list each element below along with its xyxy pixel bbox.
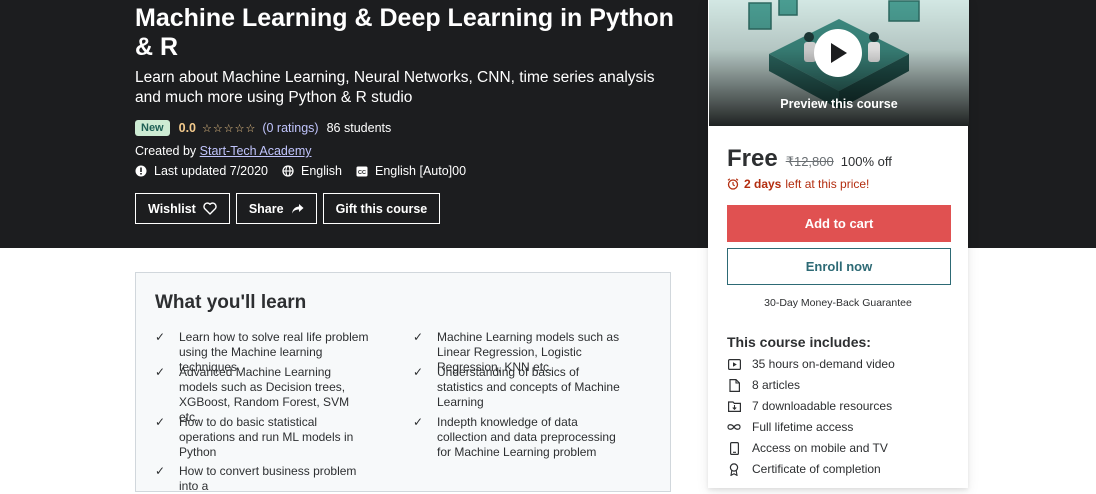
- share-label: Share: [248, 201, 284, 216]
- course-subtitle: Learn about Machine Learning, Neural Net…: [135, 69, 655, 106]
- folder-download-icon: [727, 399, 741, 413]
- original-price: ₹12,800: [785, 154, 834, 169]
- discount-percent: 100% off: [840, 154, 892, 169]
- preview-label: Preview this course: [780, 97, 898, 111]
- captions: CC English [Auto]00: [356, 164, 466, 178]
- check-icon: ✓: [413, 365, 424, 379]
- check-icon: ✓: [413, 330, 424, 344]
- check-icon: ✓: [155, 365, 166, 379]
- money-back-guarantee: 30-Day Money-Back Guarantee: [764, 297, 912, 309]
- language: English: [282, 164, 342, 178]
- course-title: Machine Learning & Deep Learning in Pyth…: [135, 4, 674, 61]
- check-icon: ✓: [155, 330, 166, 344]
- include-text: 35 hours on-demand video: [752, 357, 895, 371]
- current-price: Free: [727, 145, 778, 172]
- alarm-clock-icon: [727, 178, 739, 190]
- last-updated-text: Last updated 7/2020: [154, 164, 268, 178]
- includes-title: This course includes:: [727, 334, 871, 350]
- gift-course-button[interactable]: Gift this course: [322, 193, 441, 224]
- video-icon: [727, 357, 741, 371]
- learn-item-text: How to do basic statistical operations a…: [179, 415, 354, 459]
- gift-label: Gift this course: [335, 201, 428, 216]
- include-item: 8 articles: [727, 378, 800, 392]
- price-timer: 2 days left at this price!: [727, 177, 869, 191]
- include-item: Full lifetime access: [727, 420, 853, 434]
- include-item: 7 downloadable resources: [727, 399, 892, 413]
- heart-icon: [203, 202, 217, 215]
- rating-value: 0.0: [178, 121, 197, 135]
- play-icon: [831, 43, 847, 63]
- include-text: 8 articles: [752, 378, 801, 392]
- include-item: 35 hours on-demand video: [727, 357, 895, 371]
- purchase-card: Preview this course Free ₹12,800 100% of…: [708, 0, 969, 488]
- timer-text: left at this price!: [785, 177, 870, 191]
- include-item: Access on mobile and TV: [727, 441, 888, 455]
- ratings-count-link[interactable]: (0 ratings): [262, 121, 318, 135]
- include-text: Access on mobile and TV: [752, 441, 888, 455]
- learn-item: ✓ Indepth knowledge of data collection a…: [413, 415, 628, 460]
- learn-item: ✓ Understanding of basics of statistics …: [413, 365, 628, 410]
- course-preview[interactable]: Preview this course: [709, 0, 969, 126]
- learn-item-text: Indepth knowledge of data collection and…: [437, 415, 616, 459]
- check-icon: ✓: [155, 415, 166, 429]
- infinity-icon: [727, 420, 741, 434]
- new-badge: New: [135, 120, 170, 136]
- created-by-label: Created by: [135, 144, 197, 158]
- learn-item: ✓ How to convert business problem into a: [155, 464, 370, 494]
- last-updated: Last updated 7/2020: [135, 164, 268, 178]
- wishlist-label: Wishlist: [148, 201, 196, 216]
- check-icon: ✓: [413, 415, 424, 429]
- globe-icon: [282, 165, 294, 177]
- closed-captions-icon: CC: [356, 166, 368, 176]
- share-button[interactable]: Share: [235, 193, 317, 224]
- include-item: Certificate of completion: [727, 462, 881, 476]
- wishlist-button[interactable]: Wishlist: [135, 193, 230, 224]
- check-icon: ✓: [155, 464, 166, 478]
- learn-item-text: Understanding of basics of statistics an…: [437, 365, 620, 409]
- star-rating-icon: ☆☆☆☆☆: [202, 122, 257, 135]
- add-to-cart-button[interactable]: Add to cart: [727, 205, 951, 242]
- captions-text: English [Auto]00: [375, 164, 467, 178]
- alert-badge-icon: [135, 165, 147, 177]
- language-text: English: [301, 164, 342, 178]
- instructor-link[interactable]: Start-Tech Academy: [200, 144, 312, 158]
- svg-text:CC: CC: [358, 169, 366, 175]
- play-button[interactable]: [814, 29, 862, 77]
- share-arrow-icon: [291, 203, 304, 213]
- include-text: 7 downloadable resources: [752, 399, 893, 413]
- learn-item-text: How to convert business problem into a: [179, 464, 357, 493]
- what-you-learn-section: What you'll learn ✓ Learn how to solve r…: [135, 272, 671, 494]
- header-actions: Wishlist Share Gift this course: [135, 193, 446, 224]
- what-you-learn-title: What you'll learn: [155, 292, 307, 313]
- timer-days: 2 days: [744, 177, 782, 191]
- learn-item: ✓ How to do basic statistical operations…: [155, 415, 370, 460]
- certificate-icon: [727, 462, 741, 476]
- enroll-now-button[interactable]: Enroll now: [727, 248, 951, 285]
- include-text: Certificate of completion: [752, 462, 881, 476]
- rating-row: New 0.0 ☆☆☆☆☆ (0 ratings) 86 students: [135, 120, 391, 136]
- created-by: Created by Start-Tech Academy: [135, 144, 312, 158]
- price-row: Free ₹12,800 100% off: [727, 145, 892, 173]
- students-count: 86 students: [326, 121, 392, 135]
- include-text: Full lifetime access: [752, 420, 854, 434]
- course-info-row: Last updated 7/2020 English CC English […: [135, 164, 480, 178]
- mobile-tv-icon: [727, 441, 741, 455]
- file-icon: [727, 378, 741, 392]
